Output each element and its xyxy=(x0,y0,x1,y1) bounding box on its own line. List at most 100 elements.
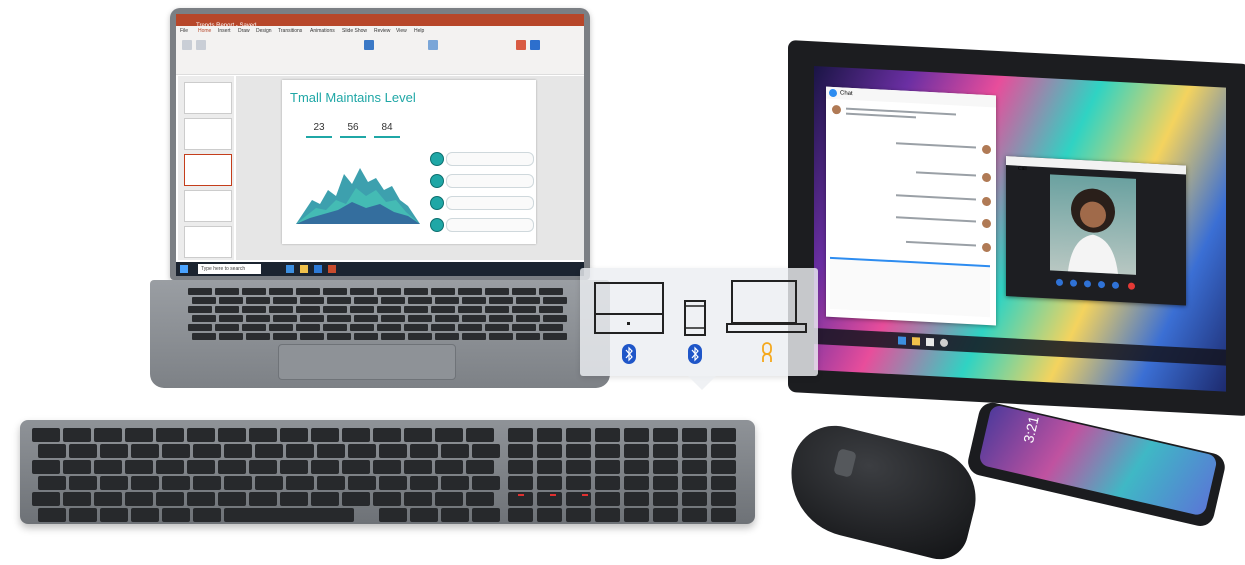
arrange-icon[interactable] xyxy=(428,40,438,50)
laptop-key[interactable] xyxy=(273,333,297,340)
keyboard-key[interactable] xyxy=(441,444,469,458)
keyboard-key[interactable] xyxy=(255,444,283,458)
keyboard-key[interactable] xyxy=(466,492,494,506)
laptop-key[interactable] xyxy=(462,315,486,322)
keyboard-key[interactable] xyxy=(131,508,159,522)
keyboard-key[interactable] xyxy=(224,508,354,522)
keyboard-key[interactable] xyxy=(94,428,122,442)
laptop-key[interactable] xyxy=(327,333,351,340)
paste-icon[interactable] xyxy=(182,40,192,50)
edge-icon[interactable] xyxy=(286,265,294,273)
laptop-key[interactable] xyxy=(354,297,378,304)
keyboard-key[interactable] xyxy=(711,476,736,490)
keyboard-key[interactable] xyxy=(131,444,159,458)
keyboard-key[interactable] xyxy=(187,460,215,474)
keyboard-key[interactable] xyxy=(379,508,407,522)
laptop-key[interactable] xyxy=(377,324,401,331)
keyboard-key[interactable] xyxy=(595,444,620,458)
keyboard-key[interactable] xyxy=(156,460,184,474)
laptop-key[interactable] xyxy=(435,333,459,340)
keyboard-key[interactable] xyxy=(63,460,91,474)
laptop-touchpad[interactable] xyxy=(278,344,456,380)
tab-review[interactable]: Review xyxy=(374,28,390,34)
keyboard-key[interactable] xyxy=(653,460,678,474)
keyboard-key[interactable] xyxy=(94,492,122,506)
tab-insert[interactable]: Insert xyxy=(218,28,231,34)
slide[interactable]: Tmall Maintains Level 23 56 84 xyxy=(282,80,536,244)
laptop-key[interactable] xyxy=(350,306,374,313)
keyboard-key[interactable] xyxy=(311,492,339,506)
keyboard-key[interactable] xyxy=(472,444,500,458)
keyboard-key[interactable] xyxy=(100,476,128,490)
keyboard-key[interactable] xyxy=(566,508,591,522)
laptop-key[interactable] xyxy=(242,324,266,331)
keyboard-key[interactable] xyxy=(711,492,736,506)
laptop-key[interactable] xyxy=(327,315,351,322)
tab-help[interactable]: Help xyxy=(414,28,424,34)
keyboard-key[interactable] xyxy=(162,444,190,458)
keyboard-key[interactable] xyxy=(595,508,620,522)
slide-thumbnail[interactable] xyxy=(184,118,232,150)
keyboard-key[interactable] xyxy=(472,476,500,490)
keyboard-key[interactable] xyxy=(682,476,707,490)
laptop-key[interactable] xyxy=(485,288,509,295)
folder-icon[interactable] xyxy=(912,337,920,346)
keyboard-key[interactable] xyxy=(379,476,407,490)
keyboard-key[interactable] xyxy=(38,444,66,458)
laptop-key[interactable] xyxy=(543,333,567,340)
laptop-key[interactable] xyxy=(539,306,563,313)
keyboard-key[interactable] xyxy=(193,476,221,490)
laptop-key[interactable] xyxy=(242,306,266,313)
keyboard-key[interactable] xyxy=(32,492,60,506)
keyboard-key[interactable] xyxy=(537,476,562,490)
share-button[interactable] xyxy=(1084,280,1091,288)
keyboard-key[interactable] xyxy=(348,476,376,490)
powerpoint-taskbar-icon[interactable] xyxy=(328,265,336,273)
laptop-key[interactable] xyxy=(489,297,513,304)
keyboard-key[interactable] xyxy=(187,492,215,506)
keyboard-key[interactable] xyxy=(162,476,190,490)
keyboard-key[interactable] xyxy=(286,444,314,458)
laptop-key[interactable] xyxy=(408,297,432,304)
keyboard-key[interactable] xyxy=(38,508,66,522)
camera-button[interactable] xyxy=(1056,278,1063,287)
keyboard-key[interactable] xyxy=(348,444,376,458)
laptop-key[interactable] xyxy=(462,333,486,340)
keyboard-key[interactable] xyxy=(156,428,184,442)
laptop-key[interactable] xyxy=(489,333,513,340)
keyboard-key[interactable] xyxy=(466,428,494,442)
chat-window[interactable]: Chat xyxy=(826,86,996,326)
keyboard-key[interactable] xyxy=(624,508,649,522)
keyboard-key[interactable] xyxy=(100,508,128,522)
tab-view[interactable]: View xyxy=(396,28,407,34)
laptop-key[interactable] xyxy=(408,315,432,322)
keyboard-key[interactable] xyxy=(342,460,370,474)
laptop-key[interactable] xyxy=(489,315,513,322)
keyboard-key[interactable] xyxy=(38,476,66,490)
keyboard-key[interactable] xyxy=(125,492,153,506)
keyboard-key[interactable] xyxy=(373,460,401,474)
keyboard-key[interactable] xyxy=(280,460,308,474)
laptop-key[interactable] xyxy=(246,333,270,340)
keyboard-key[interactable] xyxy=(224,444,252,458)
keyboard-key[interactable] xyxy=(404,428,432,442)
keyboard-key[interactable] xyxy=(624,428,649,442)
mail-icon[interactable] xyxy=(314,265,322,273)
slide-thumbnail-selected[interactable] xyxy=(184,154,232,186)
keyboard-key[interactable] xyxy=(100,444,128,458)
laptop-key[interactable] xyxy=(269,288,293,295)
laptop-key[interactable] xyxy=(381,297,405,304)
laptop-key[interactable] xyxy=(296,288,320,295)
keyboard-key[interactable] xyxy=(193,508,221,522)
keyboard-key[interactable] xyxy=(624,460,649,474)
laptop-key[interactable] xyxy=(435,315,459,322)
keyboard-key[interactable] xyxy=(595,476,620,490)
laptop-key[interactable] xyxy=(404,324,428,331)
keyboard-key[interactable] xyxy=(711,428,736,442)
laptop-key[interactable] xyxy=(188,324,212,331)
keyboard-key[interactable] xyxy=(410,476,438,490)
keyboard-key[interactable] xyxy=(280,428,308,442)
laptop-key[interactable] xyxy=(219,297,243,304)
laptop-key[interactable] xyxy=(300,297,324,304)
designer-icon[interactable] xyxy=(516,40,526,50)
